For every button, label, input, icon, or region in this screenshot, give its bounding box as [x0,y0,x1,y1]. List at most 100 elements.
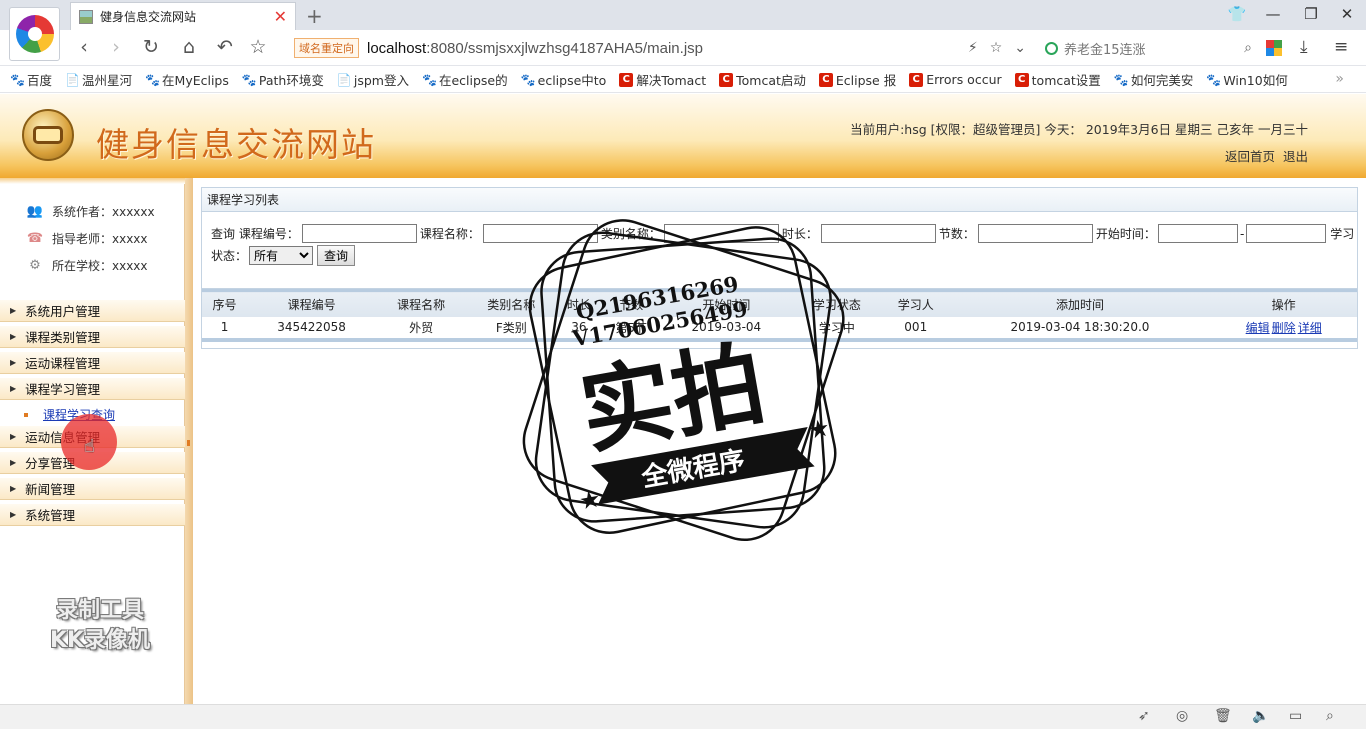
tab-title: 健身信息交流网站 [100,10,197,24]
bookmark-item[interactable]: 🐾 Win10如何 [1206,70,1287,89]
maximize-button[interactable]: ❐ [1301,5,1321,23]
back-button[interactable]: ‹ [72,36,96,58]
lightning-icon[interactable]: ⚡ [968,40,978,56]
table-cell: 345422058 [247,316,377,342]
status-label: 状态： [211,249,248,263]
forward-button[interactable]: › [104,36,128,58]
bookmark-item[interactable]: 📄 温州星河 [65,70,132,89]
paw-icon: 🐾 [10,72,25,87]
browser-logo[interactable] [9,7,60,61]
home-link[interactable]: 返回首页 [1225,149,1275,164]
column-header: 学习人 [881,289,950,317]
favorite-icon[interactable]: ☆ [990,40,1003,56]
triangle-right-icon: ▶ [10,332,17,341]
delete-link[interactable]: 删除 [1272,321,1296,335]
column-header: 添加时间 [949,289,1211,317]
site-header: 健身信息交流网站 当前用户:hsg [权限：超级管理员] 今天： 2019年3月… [0,94,1366,178]
apps-icon[interactable] [1266,40,1282,56]
teacher-info: ☎ 指导老师：xxxxx [26,231,148,246]
bookmark-item[interactable]: 🐾 在eclipse的 [422,70,508,89]
zoom-icon[interactable]: ⌕ [1326,708,1334,724]
search-input[interactable]: 养老金15连涨 [1064,39,1244,58]
redirect-badge: 域名重定向 [294,38,359,58]
bookmark-item[interactable]: 🐾 如何完美安 [1114,70,1194,89]
skin-icon[interactable]: 👕 [1227,5,1247,23]
bookmark-item[interactable]: C Errors occur [909,72,1002,87]
minimize-button[interactable]: — [1263,5,1283,23]
csdn-icon: C [909,72,924,87]
paw-icon: 🐾 [241,72,257,87]
recorder-watermark: 录制工具 KK录像机 [49,598,151,653]
triangle-right-icon: ▶ [10,358,17,367]
bookmark-item[interactable]: 🐾 Path环境变 [242,70,324,89]
bookmark-label: tomcat设置 [1031,73,1101,88]
address-bar[interactable]: 域名重定向 localhost:8080/ssmjsxxjlwzhsg4187A… [286,34,1038,62]
search-engine-icon [1045,41,1058,55]
window-icon[interactable]: ▭ [1289,708,1302,724]
sidebar-top-strip [0,178,185,184]
favorite-star-button[interactable]: ☆ [246,36,270,58]
bookmark-label: 解决Tomact [636,73,707,88]
menu-course-study[interactable]: ▶ 课程学习管理 [0,378,185,400]
menu-course-category[interactable]: ▶ 课程类别管理 [0,326,185,348]
bookmarks-more-button[interactable]: » [1335,71,1344,87]
new-tab-button[interactable]: + [306,4,323,28]
bookmark-label: Tomcat启动 [736,73,806,88]
start-time-to-input[interactable] [1246,224,1327,243]
menu-icon[interactable]: ≡ [1334,37,1348,57]
rocket-icon[interactable]: ➶ [1138,708,1150,724]
csdn-icon: C [719,72,734,87]
csdn-icon: C [619,72,634,87]
logout-link[interactable]: 退出 [1283,149,1308,164]
author-info: 👥 系统作者：xxxxxx [26,204,155,219]
bookmark-item[interactable]: 🐾 在MyEclips [145,70,229,89]
download-icon[interactable]: ⤓ [1300,37,1308,57]
url-text[interactable]: localhost:8080/ssmjsxxjlwzhsg4187AHA5/ma… [367,40,968,57]
menu-system[interactable]: ▶ 系统管理 [0,504,185,526]
start-time-from-input[interactable] [1157,224,1238,243]
bookmark-label: 百度 [27,73,53,88]
chevron-down-icon[interactable]: ⌄ [1014,40,1026,56]
bookmark-label: Path环境变 [258,73,324,88]
page-favicon-icon [79,9,93,24]
detail-link[interactable]: 详细 [1298,321,1322,335]
bookmark-item[interactable]: Ctomcat设置 [1014,70,1101,89]
home-button[interactable]: ⌂ [177,36,201,58]
tab-close-icon[interactable]: ✕ [274,7,287,26]
bookmark-item[interactable]: 🐾 eclipse中to [521,70,607,89]
speed-icon[interactable]: ◎ [1176,708,1188,724]
volume-icon[interactable]: 🔈 [1252,708,1269,724]
bookmark-item[interactable]: 🐾 百度 [10,70,52,89]
trash-icon[interactable]: 🗑 [1214,708,1232,724]
bookmark-label: Errors occur [926,72,1002,87]
query-prefix-label: 查询 [211,227,236,241]
menu-sport-course[interactable]: ▶ 运动课程管理 [0,352,185,374]
bookmark-item[interactable]: C Eclipse 报 [818,70,896,89]
bookmark-item[interactable]: 📄 jspm登入 [337,70,409,89]
csdn-icon: C [818,72,833,87]
site-logo [22,109,74,161]
status-select[interactable]: 所有 [249,246,314,265]
bookmark-item[interactable]: C Tomcat启动 [719,70,806,89]
bookmark-item[interactable]: C 解决Tomact [619,70,706,89]
query-button[interactable]: 查询 [317,245,356,266]
search-icon[interactable]: ⌕ [1244,40,1252,56]
browser-toolbar: ‹ › ↻ ⌂ ↶ ☆ 域名重定向 localhost:8080/ssmjsxx… [0,30,1366,66]
undo-close-tab-button[interactable]: ↶ [213,36,237,58]
edit-link[interactable]: 编辑 [1246,321,1270,335]
sidebar-splitter[interactable] [185,178,193,704]
triangle-right-icon: ▶ [10,432,17,441]
csdn-icon: C [1014,72,1029,87]
bookmark-label: jspm登入 [353,73,409,88]
course-no-input[interactable] [301,224,417,243]
close-window-button[interactable]: ✕ [1337,5,1357,23]
triangle-right-icon: ▶ [10,384,17,393]
sections-input[interactable] [977,224,1093,243]
menu-system-users[interactable]: ▶ 系统用户管理 [0,300,185,322]
study-label: 学习 [1330,227,1355,241]
browser-search-box[interactable]: 养老金15连涨 ⌕ [1045,34,1252,62]
menu-news[interactable]: ▶ 新闻管理 [0,478,185,500]
bookmark-label: 如何完美安 [1130,73,1194,88]
reload-button[interactable]: ↻ [139,36,163,58]
browser-tab-active[interactable]: 健身信息交流网站 ✕ [70,2,296,30]
